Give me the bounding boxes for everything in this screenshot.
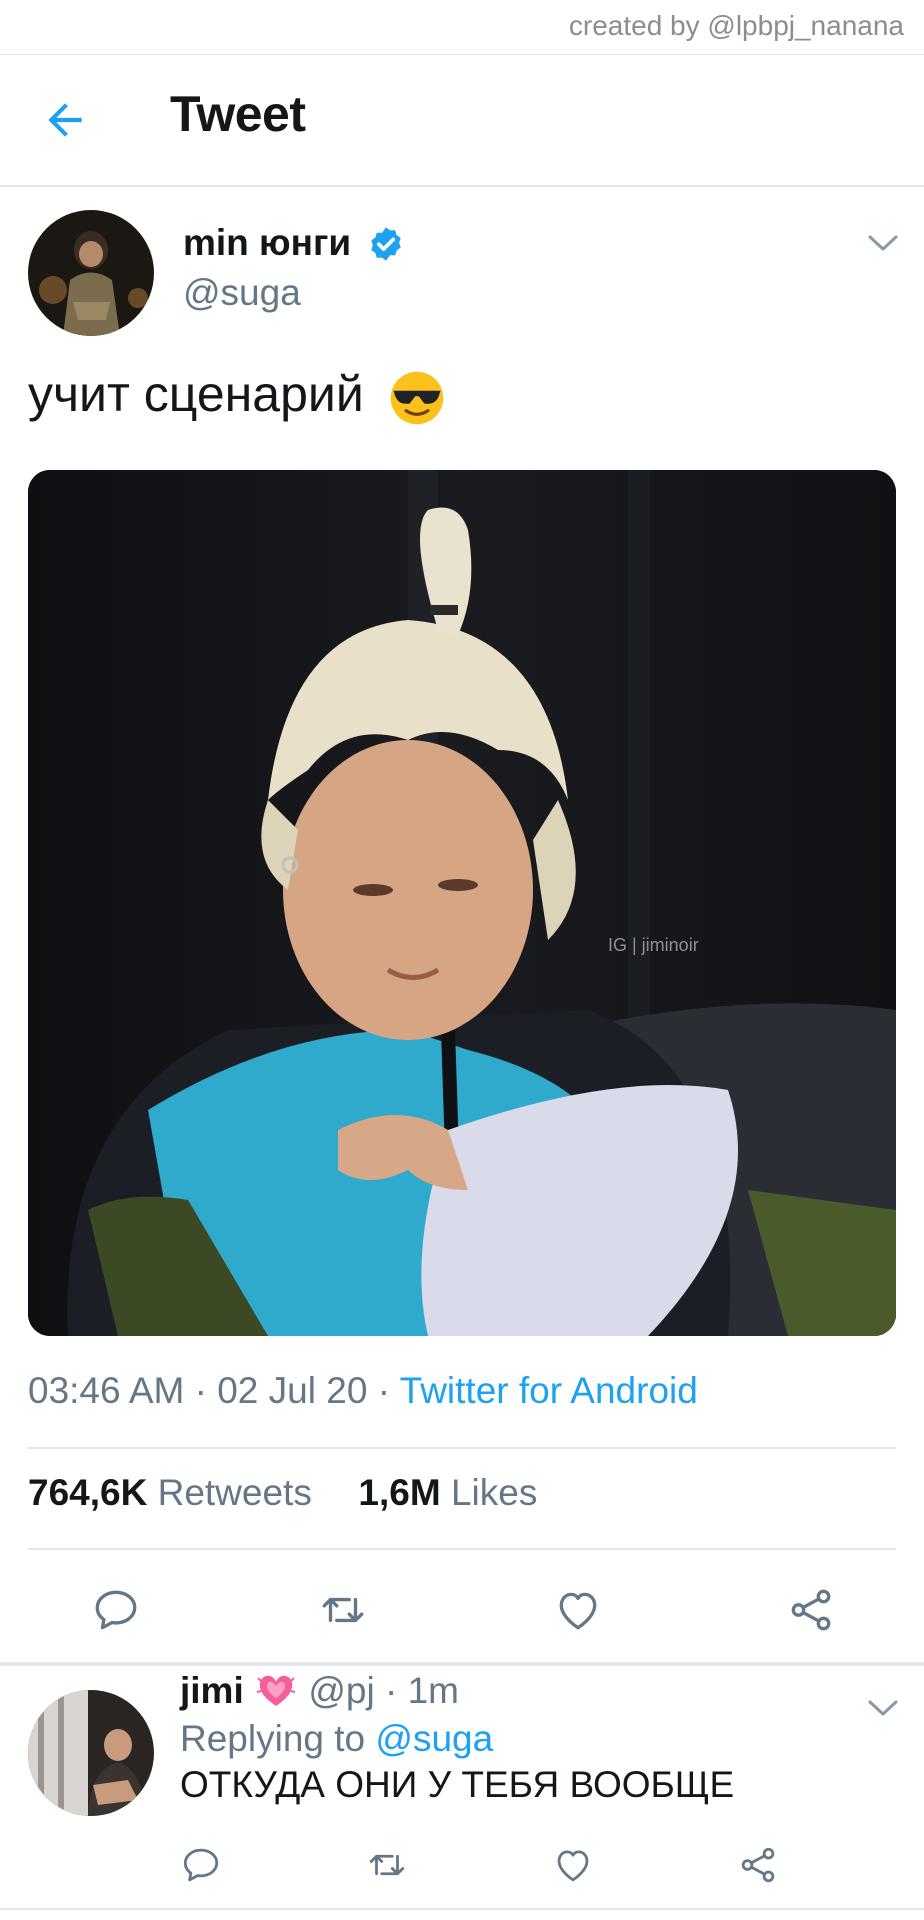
likes-label: Likes xyxy=(450,1472,538,1513)
tweet-stats: 764,6K Retweets 1,6M Likes xyxy=(28,1472,537,1514)
retweet-icon[interactable] xyxy=(366,1844,408,1886)
replying-to: Replying to @suga xyxy=(180,1718,493,1760)
reply-text: ОТКУДА ОНИ У ТЕБЯ ВООБЩЕ xyxy=(180,1764,735,1805)
reply-avatar[interactable] xyxy=(28,1690,154,1816)
verified-badge-icon xyxy=(371,227,402,261)
reply-divider xyxy=(0,1908,924,1910)
avatar[interactable] xyxy=(28,210,154,336)
reply-header: jimi @pj · 1m xyxy=(180,1670,459,1712)
author-name[interactable]: min юнги xyxy=(183,222,405,264)
likes-stat[interactable]: 1,6M Likes xyxy=(358,1472,537,1513)
likes-count: 1,6M xyxy=(358,1472,441,1513)
meta-separator: · xyxy=(194,1370,207,1411)
tweet-text-content: учит сценарий xyxy=(28,366,364,422)
replying-mention-link[interactable]: @suga xyxy=(375,1718,493,1759)
meta-divider xyxy=(28,1447,896,1449)
chevron-down-icon[interactable] xyxy=(866,232,900,254)
reply-separator: · xyxy=(384,1670,398,1711)
chevron-down-icon[interactable] xyxy=(866,1697,900,1719)
stats-divider xyxy=(28,1548,896,1550)
author-name-text: min юнги xyxy=(183,222,352,263)
tweet-time: 03:46 AM xyxy=(28,1370,185,1411)
tweet-divider xyxy=(0,1662,924,1666)
tweet-date: 02 Jul 20 xyxy=(217,1370,368,1411)
replying-prefix: Replying to xyxy=(180,1718,366,1759)
tweet-actions xyxy=(0,1570,924,1650)
share-icon[interactable] xyxy=(786,1585,836,1635)
meta-separator: · xyxy=(377,1370,391,1411)
header-divider xyxy=(0,185,924,187)
tweet-image[interactable]: IG | jiminoir xyxy=(28,470,896,1336)
reply-age: 1m xyxy=(407,1670,459,1711)
reply-icon[interactable] xyxy=(91,1585,141,1635)
reply-actions xyxy=(0,1830,924,1910)
image-watermark: IG | jiminoir xyxy=(608,935,699,955)
header: Tweet xyxy=(0,55,924,185)
tweet-timestamp-row: 03:46 AM · 02 Jul 20 · Twitter for Andro… xyxy=(28,1370,698,1412)
watermark: created by @lpbpj_nanana xyxy=(568,10,904,41)
author-handle[interactable]: @suga xyxy=(183,272,301,314)
reply-author-name[interactable]: jimi xyxy=(180,1670,244,1711)
retweets-count: 764,6K xyxy=(28,1472,148,1513)
tweet-source-link[interactable]: Twitter for Android xyxy=(400,1370,698,1411)
page-title: Tweet xyxy=(170,86,306,142)
like-icon[interactable] xyxy=(553,1585,603,1635)
reply-icon[interactable] xyxy=(180,1844,222,1886)
sunglasses-emoji-icon xyxy=(390,371,443,425)
tweet-text: учит сценарий xyxy=(28,365,446,427)
retweets-label: Retweets xyxy=(157,1472,312,1513)
share-icon[interactable] xyxy=(737,1844,779,1886)
growing-heart-emoji-icon xyxy=(256,1675,296,1706)
reply-handle[interactable]: @pj xyxy=(308,1670,374,1711)
like-icon[interactable] xyxy=(552,1844,594,1886)
retweets-stat[interactable]: 764,6K Retweets xyxy=(28,1472,312,1513)
arrow-left-icon[interactable] xyxy=(40,95,90,145)
retweet-icon[interactable] xyxy=(318,1585,368,1635)
